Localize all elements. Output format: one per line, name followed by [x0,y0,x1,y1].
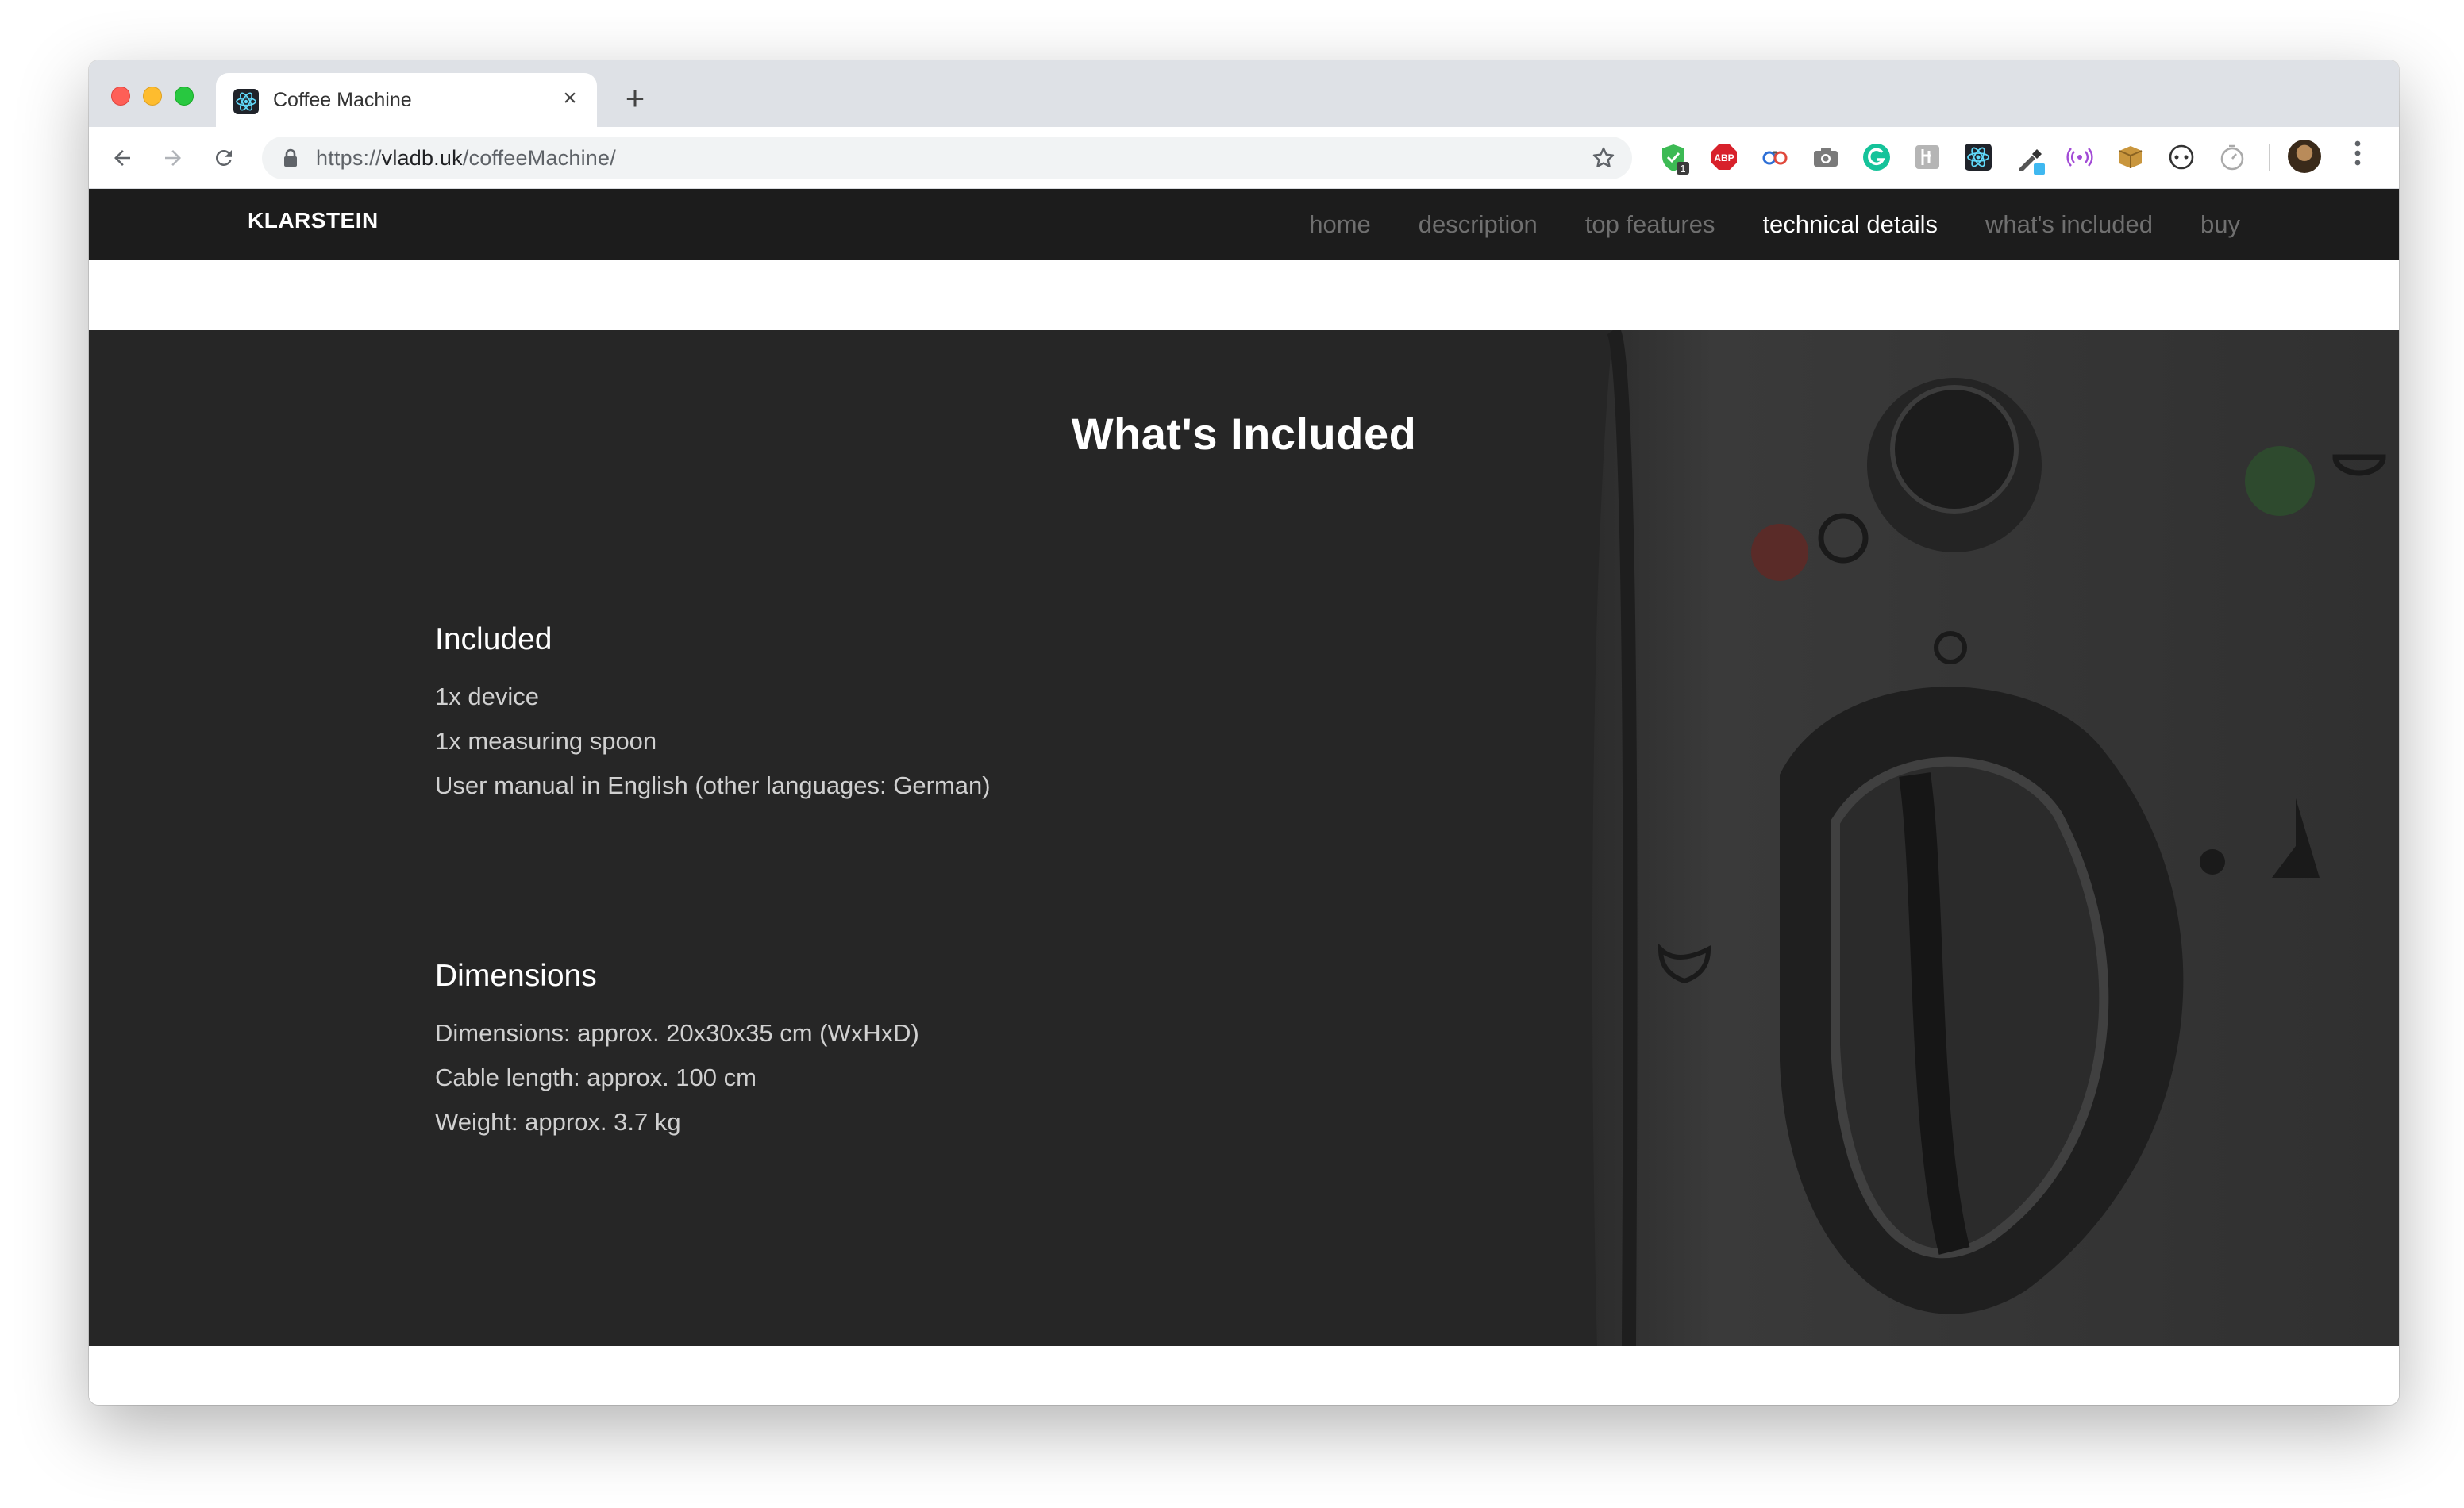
list-item: 1x device [435,683,539,710]
section-title: What's Included [1071,409,1417,459]
tab-close-icon[interactable]: × [556,84,584,113]
included-heading: Included [435,622,552,656]
site-navbar: KLARSTEIN home description top features … [89,189,2399,260]
nav-link-description[interactable]: description [1419,210,1538,239]
back-arrow-icon[interactable] [103,138,141,176]
nav-link-home[interactable]: home [1309,210,1371,239]
nav-link-technical-details[interactable]: technical details [1762,210,1938,239]
grammarly-icon[interactable] [1862,143,1891,171]
site-nav-links: home description top features technical … [1261,189,2240,260]
url-scheme: https:// [316,146,382,170]
adblock-label: ABP [1714,152,1734,163]
nav-link-whats-included[interactable]: what's included [1985,210,2153,239]
dimensions-heading: Dimensions [435,959,597,993]
browser-window: Coffee Machine × + https://vladb.uk/coff… [89,60,2399,1405]
eyedropper-icon[interactable] [2015,143,2045,175]
tab-strip: Coffee Machine × + [89,60,2399,127]
url-host: vladb.uk [381,146,463,170]
circle-icon[interactable] [2167,143,2196,171]
bookmark-star-icon[interactable] [1591,145,1616,175]
list-item: Cable length: approx. 100 cm [435,1064,757,1091]
minimize-window-button[interactable] [143,87,162,106]
glasses-icon[interactable] [1761,143,1789,171]
lock-icon[interactable] [283,148,298,171]
list-item: Weight: approx. 3.7 kg [435,1108,681,1136]
extension-badge-count: 1 [1680,163,1685,175]
package-icon[interactable] [2116,143,2145,171]
timer-icon[interactable] [2218,143,2246,171]
forward-arrow-icon[interactable] [154,138,192,176]
tab-coffee-machine[interactable]: Coffee Machine × [216,73,597,127]
reload-icon[interactable] [205,138,243,176]
camera-icon[interactable] [1811,143,1840,171]
dimensions-block: Dimensions Dimensions: approx. 20x30x35 … [435,959,919,1144]
menu-kebab-icon[interactable] [2340,140,2375,175]
address-bar[interactable]: https://vladb.uk/coffeeMachine/ [262,137,1632,179]
whats-included-section: What's Included Included 1x device 1x me… [89,330,2399,1346]
url-path: /coffeeMachine/ [462,146,616,170]
radio-icon[interactable] [2066,143,2094,171]
nav-link-top-features[interactable]: top features [1585,210,1715,239]
list-item: User manual in English (other languages:… [435,771,991,799]
new-tab-button[interactable]: + [616,79,654,117]
maximize-window-button[interactable] [175,87,194,106]
react-favicon-icon [233,89,259,114]
tab-title: Coffee Machine [273,89,412,111]
list-item: Dimensions: approx. 20x30x35 cm (WxHxD) [435,1019,919,1047]
adblock-icon[interactable]: ABP [1710,143,1738,171]
profile-avatar[interactable] [2288,140,2321,173]
browser-toolbar: https://vladb.uk/coffeeMachine/ 1 ABP [89,127,2399,189]
react-devtools-icon[interactable] [1964,143,1992,171]
url-text[interactable]: https://vladb.uk/coffeeMachine/ [316,146,616,171]
shield-badge-icon[interactable]: 1 [1659,143,1689,175]
close-window-button[interactable] [111,87,130,106]
list-item: 1x measuring spoon [435,727,657,755]
coffee-machine-background-image [1592,330,2399,1346]
tag-icon[interactable] [1913,143,1942,171]
nav-link-buy[interactable]: buy [2200,210,2240,239]
web-page: KLARSTEIN home description top features … [89,189,2399,1405]
toolbar-separator [2269,144,2270,171]
brand-logo[interactable]: KLARSTEIN [248,208,379,233]
included-block: Included 1x device 1x measuring spoon Us… [435,622,991,808]
